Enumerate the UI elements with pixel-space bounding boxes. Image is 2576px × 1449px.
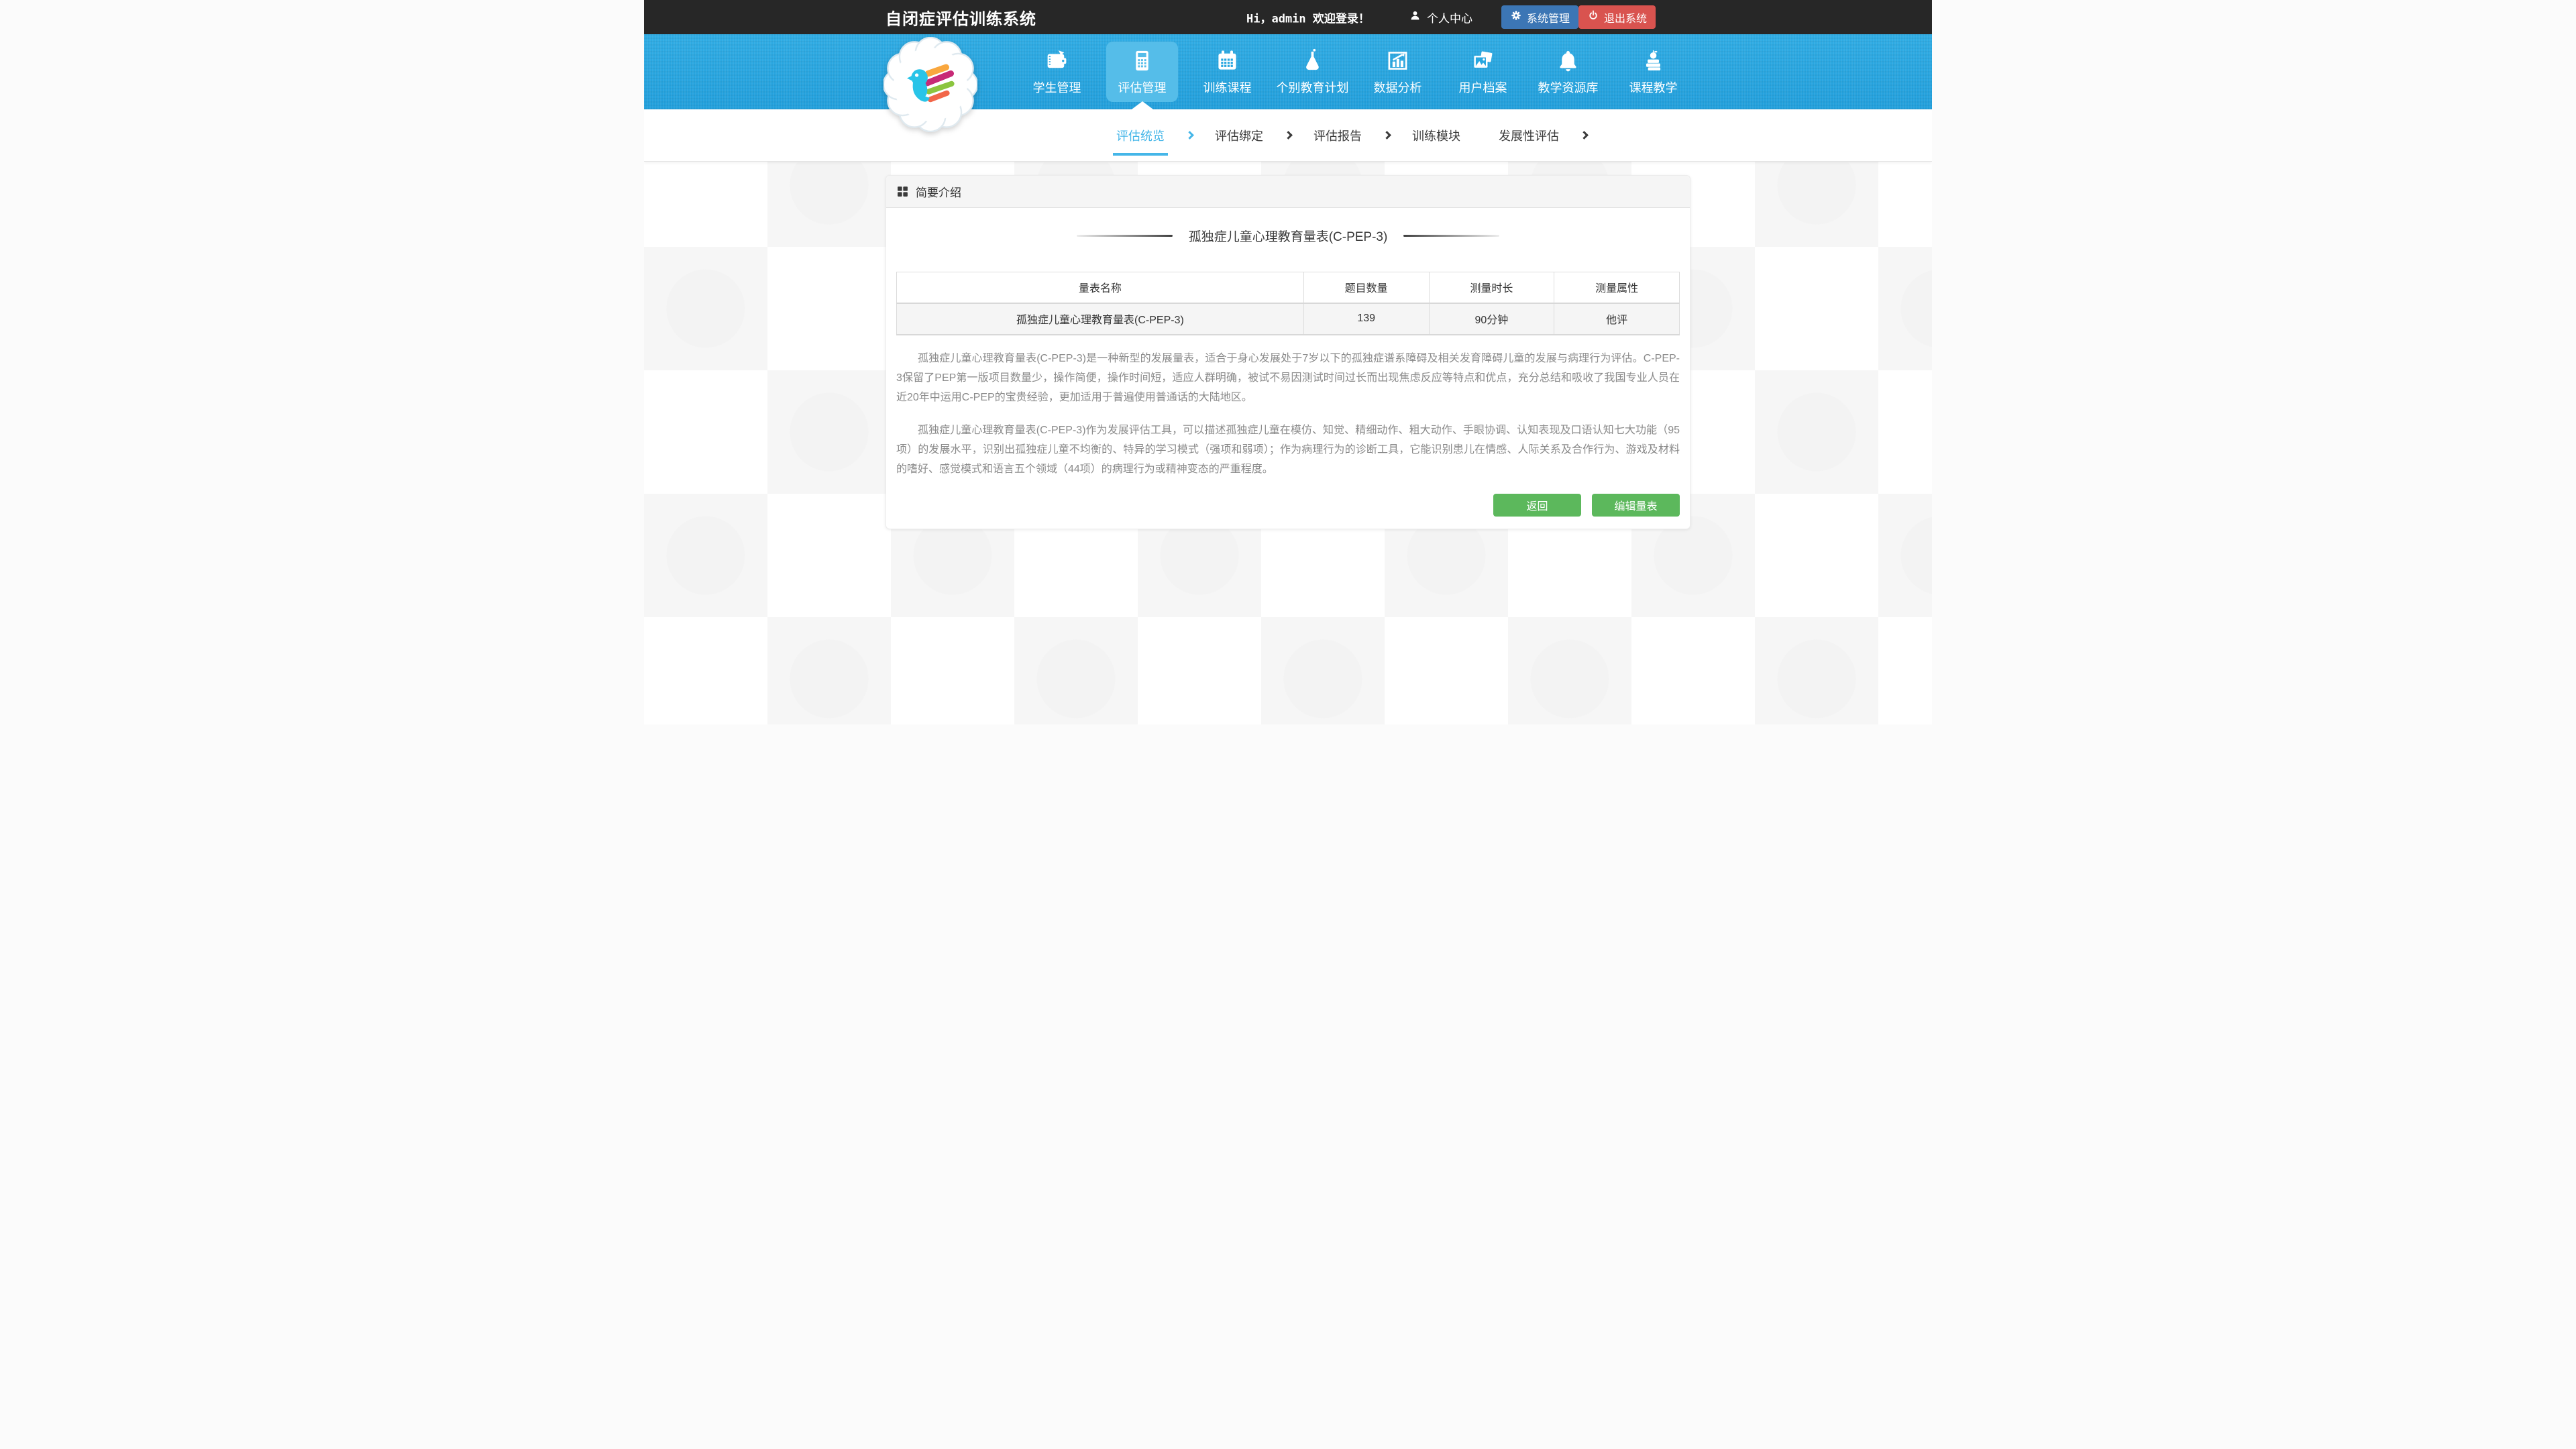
nav-label: 课程教学 (1629, 78, 1678, 96)
flask-icon (1300, 48, 1325, 73)
cell-attribute: 他评 (1554, 303, 1680, 335)
card-header: 简要介绍 (886, 176, 1690, 208)
nav-label: 学生管理 (1033, 78, 1081, 96)
table-header-item-count: 题目数量 (1303, 272, 1429, 303)
scale-table: 量表名称 题目数量 测量时长 测量属性 孤独症儿童心理教育量表(C-PEP-3)… (896, 272, 1680, 335)
nav-item-user-archives[interactable]: 用户档案 (1440, 34, 1525, 109)
nav-label: 数据分析 (1374, 78, 1422, 96)
bell-icon (1556, 48, 1580, 73)
decorative-line-right (1403, 235, 1499, 237)
top-bar: 自闭症评估训练系统 Hi，admin 欢迎登录！ 个人中心 (644, 0, 1932, 34)
nav-item-data-analysis[interactable]: 数据分析 (1355, 34, 1440, 109)
nav-item-training-course[interactable]: 训练课程 (1185, 34, 1270, 109)
nav-item-student-management[interactable]: 学生管理 (1014, 34, 1099, 109)
user-icon (1409, 9, 1421, 25)
scale-title-row: 孤独症儿童心理教育量表(C-PEP-3) (896, 227, 1680, 245)
table-row: 孤独症儿童心理教育量表(C-PEP-3) 139 90分钟 他评 (897, 303, 1680, 335)
card-body: 孤独症儿童心理教育量表(C-PEP-3) 量表名称 题目数量 测量时长 测量属性… (886, 227, 1690, 529)
description-paragraph-2: 孤独症儿童心理教育量表(C-PEP-3)作为发展评估工具，可以描述孤独症儿童在模… (896, 421, 1680, 479)
edit-scale-button[interactable]: 编辑量表 (1592, 494, 1680, 517)
page: 自闭症评估训练系统 Hi，admin 欢迎登录！ 个人中心 (644, 0, 1932, 724)
subnav-items: 评估统览 评估绑定 评估报告 训练模块 发展性评估 (1116, 109, 1587, 161)
nav-items: 学生管理 评估管理 (1014, 34, 1696, 109)
chevron-right-icon (1284, 131, 1293, 140)
chevron-right-icon (1383, 131, 1391, 140)
decorative-line-left (1077, 235, 1173, 237)
calculator-icon (1130, 48, 1155, 73)
app-title: 自闭症评估训练系统 (885, 5, 1036, 29)
nav-label: 个别教育计划 (1277, 78, 1349, 96)
nav-item-course-teaching[interactable]: 课程教学 (1611, 34, 1696, 109)
grid-icon (897, 186, 908, 197)
nav-label: 训练课程 (1203, 78, 1252, 96)
nav-label: 教学资源库 (1538, 78, 1599, 96)
chevron-right-icon (1580, 131, 1589, 140)
main-nav: 学生管理 评估管理 (644, 34, 1932, 109)
subnav-item-assessment-overview[interactable]: 评估统览 (1116, 127, 1165, 144)
chevron-right-icon (1185, 131, 1194, 140)
card-header-title: 简要介绍 (916, 183, 961, 200)
subnav-item-training-module[interactable]: 训练模块 (1412, 127, 1460, 144)
logout-button[interactable]: 退出系统 (1578, 5, 1656, 29)
profile-link[interactable]: 个人中心 (1409, 9, 1472, 25)
button-row: 返回 编辑量表 (896, 494, 1680, 517)
nav-item-teaching-resources[interactable]: 教学资源库 (1525, 34, 1611, 109)
wallet-icon (1044, 48, 1069, 73)
cell-duration: 90分钟 (1429, 303, 1554, 335)
description-paragraph-1: 孤独症儿童心理教育量表(C-PEP-3)是一种新型的发展量表，适合于身心发展处于… (896, 349, 1680, 407)
calendar-icon (1215, 48, 1240, 73)
nav-item-iep[interactable]: 个别教育计划 (1270, 34, 1355, 109)
intro-card: 简要介绍 孤独症儿童心理教育量表(C-PEP-3) 量表名称 题目数量 测量时长… (885, 175, 1690, 529)
subnav-item-assessment-report[interactable]: 评估报告 (1313, 127, 1362, 144)
nav-item-assessment-management[interactable]: 评估管理 (1099, 34, 1185, 109)
table-header-scale-name: 量表名称 (897, 272, 1304, 303)
nav-label: 用户档案 (1459, 78, 1507, 96)
power-icon (1587, 9, 1599, 25)
sub-nav: 评估统览 评估绑定 评估报告 训练模块 发展性评估 (644, 109, 1932, 162)
table-header-duration: 测量时长 (1429, 272, 1554, 303)
gear-icon (1510, 9, 1522, 25)
welcome-text: Hi，admin 欢迎登录！ (1246, 9, 1370, 25)
subnav-item-developmental-assessment[interactable]: 发展性评估 (1499, 127, 1559, 144)
back-button[interactable]: 返回 (1493, 494, 1581, 517)
books-icon (1641, 48, 1666, 73)
scale-title: 孤独症儿童心理教育量表(C-PEP-3) (1189, 227, 1388, 245)
subnav-item-assessment-binding[interactable]: 评估绑定 (1215, 127, 1263, 144)
nav-label: 评估管理 (1118, 78, 1167, 96)
logout-label: 退出系统 (1604, 9, 1647, 25)
system-manage-button[interactable]: 系统管理 (1501, 5, 1578, 29)
table-header-row: 量表名称 题目数量 测量时长 测量属性 (897, 272, 1680, 303)
photos-icon (1470, 48, 1495, 73)
cell-scale-name: 孤独症儿童心理教育量表(C-PEP-3) (897, 303, 1304, 335)
app-logo (883, 37, 977, 132)
chart-icon (1385, 48, 1410, 73)
cell-item-count: 139 (1303, 303, 1429, 335)
table-header-attribute: 测量属性 (1554, 272, 1680, 303)
profile-label: 个人中心 (1427, 9, 1472, 25)
system-manage-label: 系统管理 (1527, 9, 1570, 25)
